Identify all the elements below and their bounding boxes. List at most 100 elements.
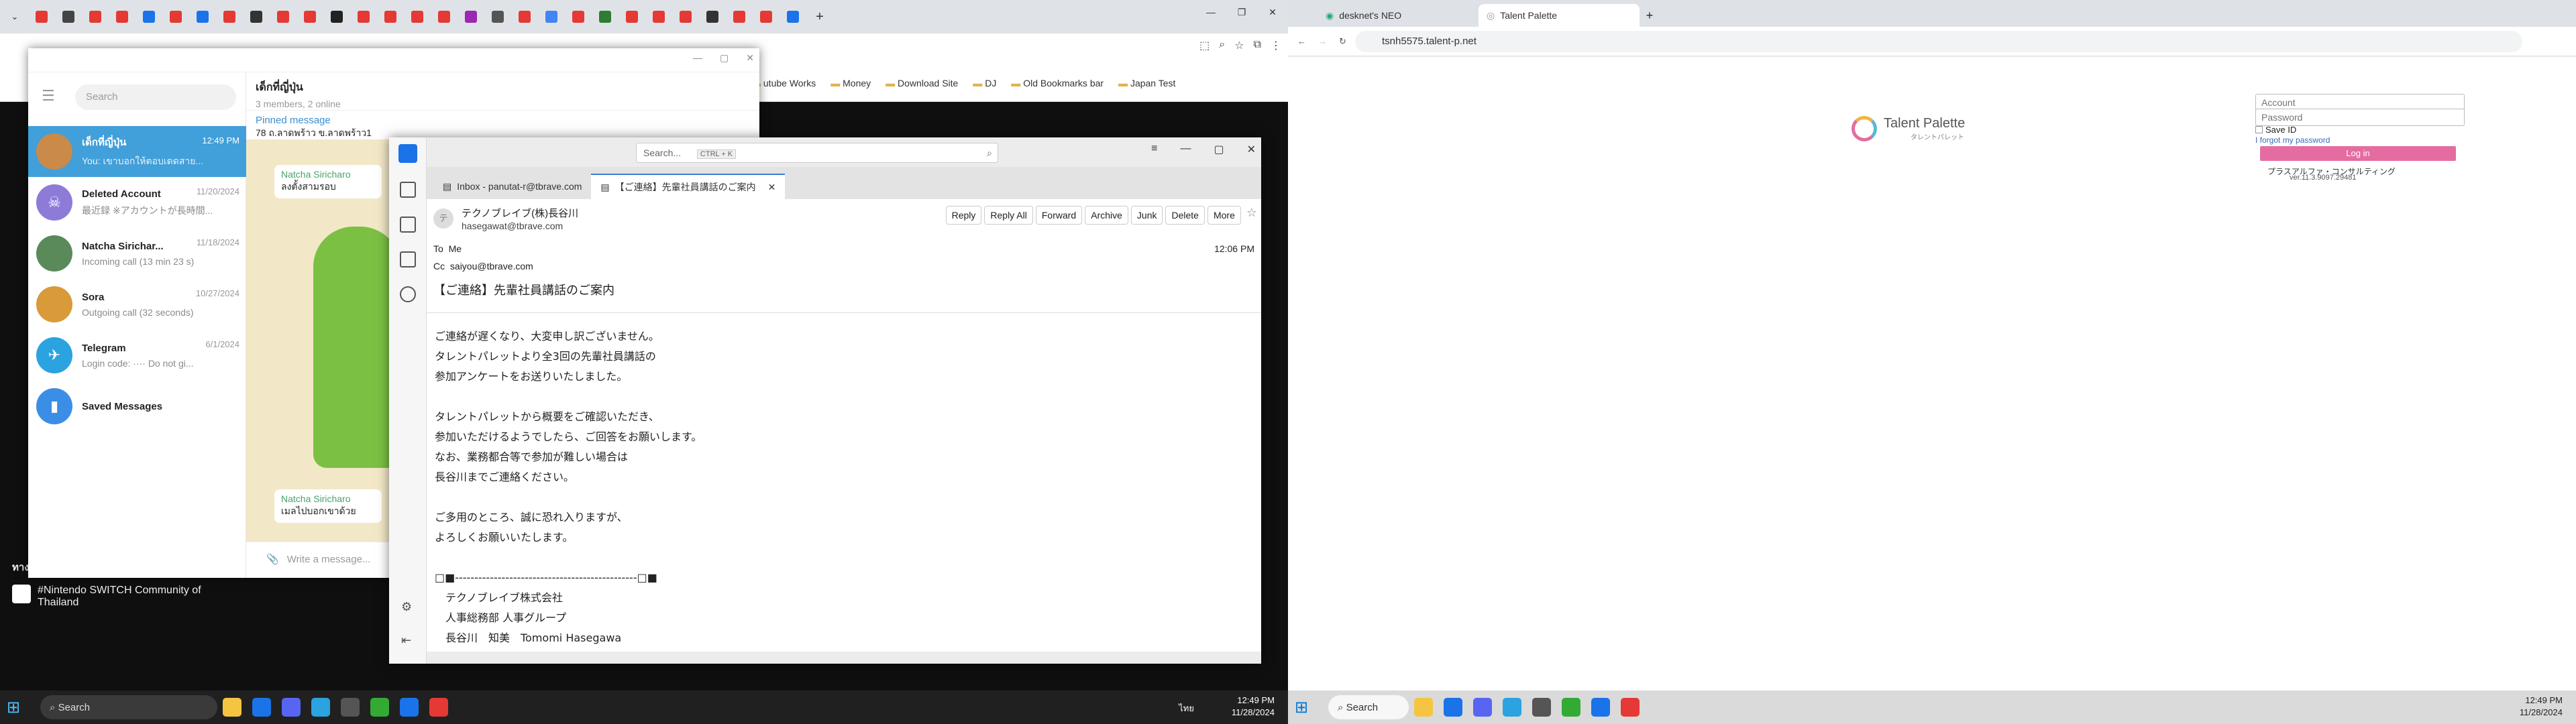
more-button[interactable]: More: [1207, 206, 1241, 225]
tab-favicon[interactable]: [110, 7, 134, 27]
tab-favicon[interactable]: [539, 7, 564, 27]
tab-favicon[interactable]: [593, 7, 617, 27]
browser-tab-strip[interactable]: ⌄ + — ❐ ✕: [0, 0, 1288, 34]
telegram-icon[interactable]: [1503, 698, 1521, 717]
password-input[interactable]: [2255, 109, 2465, 126]
chat-icon[interactable]: [400, 286, 416, 302]
telegram-search-input[interactable]: Search: [75, 84, 236, 110]
tab-favicon[interactable]: [352, 7, 376, 27]
app-icon[interactable]: [1532, 698, 1551, 717]
mail-icon[interactable]: [398, 144, 417, 163]
tab-favicon[interactable]: [378, 7, 402, 27]
chat-item[interactable]: ▮ Saved Messages: [28, 381, 246, 432]
tab-favicon[interactable]: [459, 7, 483, 27]
close-icon[interactable]: ✕: [1257, 0, 1288, 24]
tab-favicon[interactable]: [674, 7, 698, 27]
junk-button[interactable]: Junk: [1130, 206, 1163, 225]
tab-favicon[interactable]: [486, 7, 510, 27]
mail-search-input[interactable]: Search... CTRL + K ⌕: [636, 143, 998, 163]
back-icon[interactable]: ←: [1297, 36, 1306, 46]
thunderbird-icon[interactable]: [400, 698, 419, 717]
hamburger-menu-icon[interactable]: ☰: [42, 87, 55, 105]
bookmark-item[interactable]: utube Works: [751, 78, 816, 88]
bookmark-item[interactable]: Japan Test: [1118, 78, 1175, 88]
clock[interactable]: 12:49 PM 11/28/2024: [1232, 695, 1275, 719]
tab-favicon[interactable]: [271, 7, 295, 27]
tab-favicon[interactable]: [727, 7, 751, 27]
close-icon[interactable]: ✕: [746, 52, 754, 64]
app-icon[interactable]: [341, 698, 360, 717]
save-id-checkbox[interactable]: Save ID: [2255, 125, 2296, 135]
tab-favicon[interactable]: [191, 7, 215, 27]
tab-favicon[interactable]: [83, 7, 107, 27]
sender-name[interactable]: テクノブレイブ(株)長谷川: [462, 206, 578, 220]
maximize-icon[interactable]: ❐: [1226, 0, 1257, 24]
forgot-password-link[interactable]: I forgot my password: [2255, 135, 2330, 145]
edge-icon[interactable]: [1444, 698, 1462, 717]
settings-gear-icon[interactable]: ⚙: [401, 600, 412, 614]
tab-inbox[interactable]: ▤ Inbox - panutat-r@tbrave.com: [433, 174, 591, 199]
app-icon[interactable]: [370, 698, 389, 717]
discord-icon[interactable]: [1473, 698, 1492, 717]
minimize-icon[interactable]: —: [693, 52, 702, 64]
tab-desknets[interactable]: ◉ desknet's NEO: [1318, 4, 1479, 27]
tab-favicon[interactable]: [30, 7, 54, 27]
tab-favicon[interactable]: [137, 7, 161, 27]
new-tab-icon[interactable]: +: [808, 7, 832, 27]
chat-item[interactable]: ☠ Deleted Account 最近録 ※アカウントが長時間... 11/20…: [28, 177, 246, 228]
recipient-cc[interactable]: saiyou@tbrave.com: [450, 261, 533, 272]
attach-icon[interactable]: 📎: [266, 554, 279, 565]
bookmark-item[interactable]: Download Site: [885, 78, 958, 88]
discord-icon[interactable]: [282, 698, 301, 717]
tab-favicon[interactable]: [566, 7, 590, 27]
tab-favicon[interactable]: [56, 7, 80, 27]
star-icon[interactable]: ☆: [1234, 39, 1244, 52]
reply-all-button[interactable]: Reply All: [984, 206, 1033, 225]
community-item[interactable]: #Nintendo SWITCH Community of Thailand: [12, 585, 233, 609]
minimize-icon[interactable]: —: [1180, 143, 1191, 156]
edge-icon[interactable]: [252, 698, 271, 717]
tab-favicon[interactable]: [432, 7, 456, 27]
tab-list-button[interactable]: ⌄: [3, 7, 27, 27]
login-button[interactable]: Log in: [2260, 146, 2456, 161]
app-menu-icon[interactable]: ≡: [1151, 143, 1157, 156]
address-bar[interactable]: tsnh5575.talent-p.net: [1355, 31, 2522, 52]
archive-button[interactable]: Archive: [1085, 206, 1128, 225]
clock[interactable]: 12:49 PM 11/28/2024: [2520, 695, 2563, 719]
chat-item[interactable]: เด็กที่ญี่ปุ่น You: เขาบอกให้ตอบเดดสาย...…: [28, 126, 246, 177]
chrome-icon[interactable]: [429, 698, 448, 717]
tab-favicon[interactable]: [781, 7, 805, 27]
delete-button[interactable]: Delete: [1165, 206, 1205, 225]
new-tab-icon[interactable]: +: [1640, 4, 1660, 27]
bookmark-item[interactable]: DJ: [973, 78, 996, 88]
taskbar-search[interactable]: ⌕ Search: [40, 695, 217, 719]
thunderbird-icon[interactable]: [1591, 698, 1610, 717]
tab-favicon[interactable]: [325, 7, 349, 27]
chat-item[interactable]: Sora Outgoing call (32 seconds) 10/27/202…: [28, 279, 246, 330]
windows-start-icon[interactable]: ⊞: [1295, 698, 1322, 717]
app-icon[interactable]: [1562, 698, 1580, 717]
tab-favicon[interactable]: [244, 7, 268, 27]
tab-message[interactable]: ▤ 【ご連絡】先輩社員講話のご案内 ✕: [591, 174, 786, 199]
forward-icon[interactable]: →: [1318, 36, 1327, 46]
menu-dots-icon[interactable]: ⋮: [1271, 39, 1281, 52]
tab-favicon[interactable]: [700, 7, 724, 27]
reload-icon[interactable]: ↻: [1339, 36, 1346, 47]
collapse-icon[interactable]: ⇤: [401, 634, 411, 648]
bookmark-item[interactable]: Old Bookmarks bar: [1011, 78, 1104, 88]
address-book-icon[interactable]: [400, 182, 416, 198]
tab-favicon[interactable]: [164, 7, 188, 27]
chat-item[interactable]: ✈ Telegram Login code: ···· Do not gi... …: [28, 330, 246, 381]
recipient-to[interactable]: Me: [449, 243, 462, 254]
windows-start-icon[interactable]: ⊞: [7, 698, 34, 717]
calendar-icon[interactable]: [400, 217, 416, 233]
chat-item[interactable]: Natcha Sirichar... Incoming call (13 min …: [28, 228, 246, 279]
taskbar-search[interactable]: ⌕ Search: [1328, 695, 1409, 719]
star-icon[interactable]: ☆: [1246, 206, 1257, 225]
tasks-icon[interactable]: [400, 251, 416, 267]
extensions-puzzle-icon[interactable]: ⧉: [1254, 39, 1261, 52]
tab-favicon[interactable]: [647, 7, 671, 27]
reply-button[interactable]: Reply: [945, 206, 982, 225]
zoom-icon[interactable]: ⌕: [1219, 39, 1225, 52]
maximize-icon[interactable]: ▢: [1214, 143, 1224, 156]
